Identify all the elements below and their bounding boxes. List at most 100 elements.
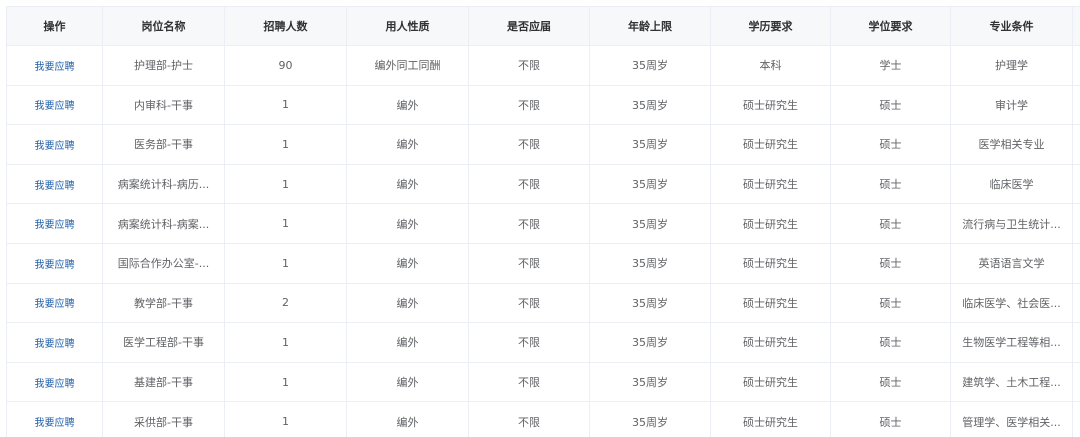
education-cell: 硕士研究生 — [710, 203, 831, 244]
table-header-row: 操作 岗位名称 招聘人数 用人性质 是否应届 年龄上限 学历要求 学位要求 专业… — [6, 6, 1080, 46]
education-cell: 硕士研究生 — [710, 361, 831, 403]
position-name-cell: 基建部-干事 — [102, 361, 225, 403]
headcount-cell: 90 — [224, 45, 347, 86]
age-limit-cell: 35周岁 — [589, 124, 711, 165]
fresh-graduate-cell: 不限 — [468, 401, 590, 437]
table-row: 我要应聘 医务部-干事 1 编外 不限 35周岁 硕士研究生 硕士 医学相关专业 — [6, 124, 1080, 165]
education-cell: 硕士研究生 — [710, 84, 831, 126]
age-limit-cell: 35周岁 — [589, 242, 711, 284]
apply-link[interactable]: 我要应聘 — [35, 141, 75, 152]
action-cell: 我要应聘 — [6, 124, 103, 165]
headcount-cell: 1 — [224, 242, 347, 284]
headcount-cell: 1 — [224, 361, 347, 403]
employment-type-cell: 编外 — [346, 203, 469, 244]
action-cell: 我要应聘 — [6, 242, 103, 284]
fresh-graduate-cell: 不限 — [468, 163, 590, 205]
table-row: 我要应聘 采供部-干事 1 编外 不限 35周岁 硕士研究生 硕士 管理学、医学相关... — [6, 401, 1080, 437]
action-cell: 我要应聘 — [6, 203, 103, 244]
age-limit-cell: 35周岁 — [589, 361, 711, 403]
degree-cell: 硕士 — [830, 282, 951, 324]
recruitment-table: 操作 岗位名称 招聘人数 用人性质 是否应届 年龄上限 学历要求 学位要求 专业… — [6, 6, 1080, 437]
table-row: 我要应聘 内审科-干事 1 编外 不限 35周岁 硕士研究生 硕士 审计学 — [6, 84, 1080, 126]
apply-link[interactable]: 我要应聘 — [35, 339, 75, 350]
major-cell: 英语语言文学 — [950, 242, 1073, 284]
age-limit-cell: 35周岁 — [589, 84, 711, 126]
table-row: 我要应聘 教学部-干事 2 编外 不限 35周岁 硕士研究生 硕士 临床医学、社会医... — [6, 282, 1080, 324]
position-name-cell: 内审科-干事 — [102, 84, 225, 126]
action-cell: 我要应聘 — [6, 45, 103, 86]
fresh-graduate-cell: 不限 — [468, 203, 590, 244]
header-age-limit: 年龄上限 — [589, 6, 711, 46]
fresh-graduate-cell: 不限 — [468, 242, 590, 284]
headcount-cell: 1 — [224, 203, 347, 244]
employment-type-cell: 编外 — [346, 124, 469, 165]
position-name-cell: 医学工程部-干事 — [102, 322, 225, 363]
apply-link[interactable]: 我要应聘 — [35, 299, 75, 310]
fresh-graduate-cell: 不限 — [468, 84, 590, 126]
major-cell: 生物医学工程等相... — [950, 322, 1073, 363]
header-position-name: 岗位名称 — [102, 6, 225, 46]
extra-cell — [1072, 45, 1080, 86]
major-cell: 审计学 — [950, 84, 1073, 126]
recruitment-table-container: 操作 岗位名称 招聘人数 用人性质 是否应届 年龄上限 学历要求 学位要求 专业… — [0, 0, 1080, 437]
degree-cell: 硕士 — [830, 242, 951, 284]
extra-cell — [1072, 124, 1080, 165]
apply-link[interactable]: 我要应聘 — [35, 101, 75, 112]
degree-cell: 硕士 — [830, 203, 951, 244]
extra-cell — [1072, 84, 1080, 126]
age-limit-cell: 35周岁 — [589, 401, 711, 437]
extra-cell — [1072, 361, 1080, 403]
employment-type-cell: 编外 — [346, 361, 469, 403]
extra-cell — [1072, 322, 1080, 363]
fresh-graduate-cell: 不限 — [468, 282, 590, 324]
major-cell: 管理学、医学相关... — [950, 401, 1073, 437]
headcount-cell: 1 — [224, 84, 347, 126]
major-cell: 护理学 — [950, 45, 1073, 86]
header-headcount: 招聘人数 — [224, 6, 347, 46]
extra-cell — [1072, 282, 1080, 324]
apply-link[interactable]: 我要应聘 — [35, 220, 75, 231]
education-cell: 硕士研究生 — [710, 242, 831, 284]
age-limit-cell: 35周岁 — [589, 163, 711, 205]
table-row: 我要应聘 医学工程部-干事 1 编外 不限 35周岁 硕士研究生 硕士 生物医学工程等相... — [6, 322, 1080, 363]
degree-cell: 硕士 — [830, 361, 951, 403]
education-cell: 硕士研究生 — [710, 401, 831, 437]
degree-cell: 硕士 — [830, 84, 951, 126]
position-name-cell: 采供部-干事 — [102, 401, 225, 437]
apply-link[interactable]: 我要应聘 — [35, 62, 75, 73]
degree-cell: 硕士 — [830, 163, 951, 205]
major-cell: 临床医学、社会医... — [950, 282, 1073, 324]
extra-cell — [1072, 163, 1080, 205]
position-name-cell: 教学部-干事 — [102, 282, 225, 324]
age-limit-cell: 35周岁 — [589, 322, 711, 363]
headcount-cell: 1 — [224, 163, 347, 205]
degree-cell: 硕士 — [830, 322, 951, 363]
employment-type-cell: 编外 — [346, 322, 469, 363]
education-cell: 硕士研究生 — [710, 163, 831, 205]
apply-link[interactable]: 我要应聘 — [35, 260, 75, 271]
header-extra — [1072, 6, 1080, 46]
position-name-cell: 医务部-干事 — [102, 124, 225, 165]
apply-link[interactable]: 我要应聘 — [35, 379, 75, 390]
action-cell: 我要应聘 — [6, 163, 103, 205]
position-name-cell: 护理部-护士 — [102, 45, 225, 86]
table-row: 我要应聘 病案统计科-病历... 1 编外 不限 35周岁 硕士研究生 硕士 临床医学 — [6, 163, 1080, 205]
education-cell: 硕士研究生 — [710, 322, 831, 363]
headcount-cell: 1 — [224, 401, 347, 437]
apply-link[interactable]: 我要应聘 — [35, 181, 75, 192]
action-cell: 我要应聘 — [6, 322, 103, 363]
table-row: 我要应聘 国际合作办公室-... 1 编外 不限 35周岁 硕士研究生 硕士 英语语言文学 — [6, 242, 1080, 284]
header-education: 学历要求 — [710, 6, 831, 46]
action-cell: 我要应聘 — [6, 282, 103, 324]
header-fresh-graduate: 是否应届 — [468, 6, 590, 46]
header-employment-type: 用人性质 — [346, 6, 469, 46]
age-limit-cell: 35周岁 — [589, 282, 711, 324]
degree-cell: 硕士 — [830, 401, 951, 437]
age-limit-cell: 35周岁 — [589, 203, 711, 244]
action-cell: 我要应聘 — [6, 361, 103, 403]
table-row: 我要应聘 护理部-护士 90 编外同工同酬 不限 35周岁 本科 学士 护理学 — [6, 45, 1080, 86]
employment-type-cell: 编外 — [346, 401, 469, 437]
headcount-cell: 2 — [224, 282, 347, 324]
apply-link[interactable]: 我要应聘 — [35, 418, 75, 429]
headcount-cell: 1 — [224, 124, 347, 165]
